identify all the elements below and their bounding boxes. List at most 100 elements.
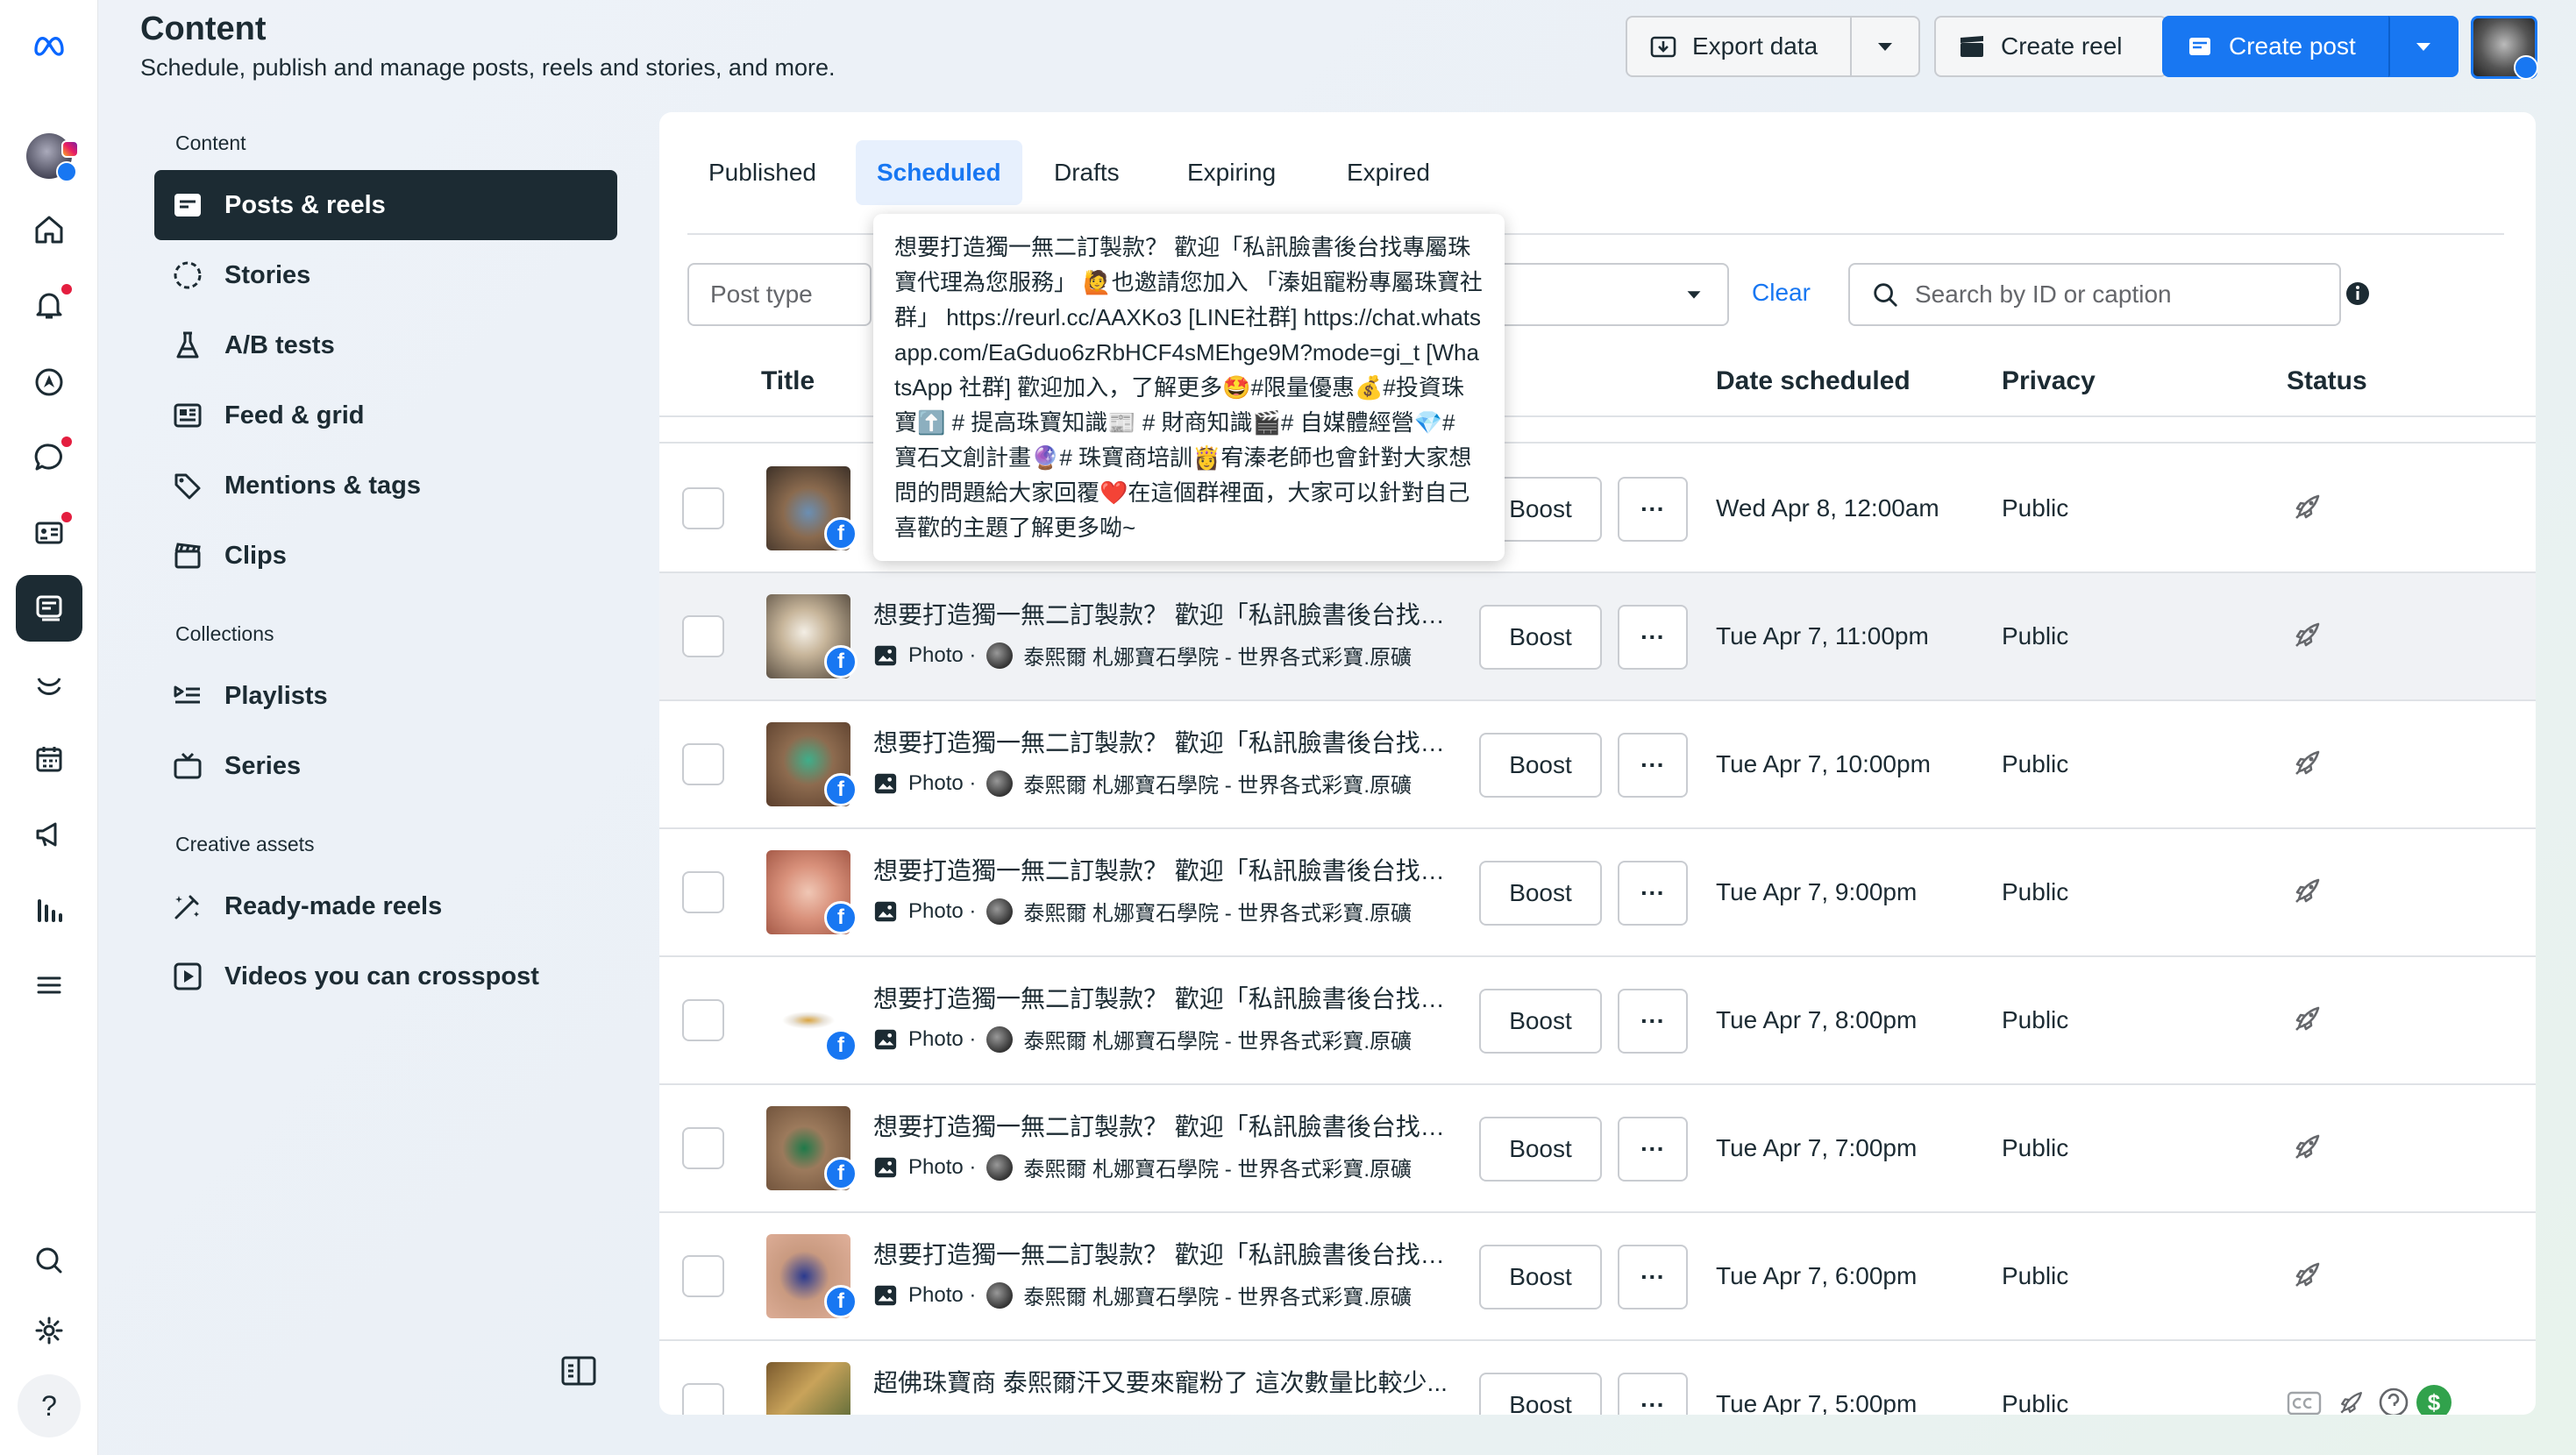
rocket-icon: [2295, 878, 2320, 903]
monetization-icon[interactable]: [16, 650, 82, 717]
more-options-button[interactable]: ···: [1618, 1245, 1688, 1310]
more-options-button[interactable]: ···: [1618, 477, 1688, 542]
tab-drafts[interactable]: Drafts: [1033, 140, 1141, 205]
tab-expiring[interactable]: Expiring: [1166, 140, 1297, 205]
inbox-icon[interactable]: [16, 424, 82, 491]
row-checkbox[interactable]: [682, 999, 724, 1041]
export-data-button[interactable]: Export data: [1626, 16, 1854, 77]
boost-button[interactable]: Boost: [1479, 989, 1602, 1054]
compass-icon[interactable]: [16, 349, 82, 415]
table-row[interactable]: f 想要打造獨一無二訂製款？ 歡迎「私訊臉書後台找專屬珠寶代理為您服務」 Pho…: [659, 573, 2536, 701]
table-row[interactable]: f 想要打造獨一無二訂製款？ 歡迎「私訊臉書後台找專屬珠寶代理為您服務」 Pho…: [659, 701, 2536, 829]
row-checkbox[interactable]: [682, 743, 724, 785]
table-row[interactable]: f 想要打造獨一無二訂製款？ 歡迎「私訊臉書後台找專屬珠寶代理為您服務」 Pho…: [659, 957, 2536, 1085]
sidebar-item-series[interactable]: Series: [154, 731, 617, 801]
row-checkbox[interactable]: [682, 1383, 724, 1415]
boost-button[interactable]: Boost: [1479, 861, 1602, 926]
boost-button[interactable]: Boost: [1479, 605, 1602, 670]
create-post-dropdown-button[interactable]: [2388, 16, 2459, 77]
table-row[interactable]: f 想要打造獨一無二訂製款？ 歡迎「私訊臉書後台找專屬珠寶代理為您服務」 Pho…: [659, 1213, 2536, 1341]
column-header-title[interactable]: Title: [761, 366, 815, 396]
post-thumbnail[interactable]: [766, 1362, 850, 1415]
row-privacy: Public: [2002, 1006, 2069, 1033]
more-options-button[interactable]: ···: [1618, 733, 1688, 798]
column-header-date[interactable]: Date scheduled: [1716, 366, 1911, 396]
row-title[interactable]: 想要打造獨一無二訂製款？ 歡迎「私訊臉書後台找專屬珠寶代理為您服務」: [873, 1108, 1452, 1143]
boost-button[interactable]: Boost: [1479, 733, 1602, 798]
tab-scheduled[interactable]: Scheduled: [856, 140, 1022, 205]
row-checkbox[interactable]: [682, 1255, 724, 1297]
collapse-sidebar-icon[interactable]: [561, 1355, 596, 1387]
row-title[interactable]: 想要打造獨一無二訂製款？ 歡迎「私訊臉書後台找專屬珠寶代理為您服務」: [873, 980, 1452, 1015]
more-options-button[interactable]: ···: [1618, 1117, 1688, 1182]
sidebar-item-mentions-tags[interactable]: Mentions & tags: [154, 451, 617, 521]
export-dropdown-button[interactable]: [1850, 16, 1920, 77]
notifications-icon[interactable]: [16, 272, 82, 338]
sidebar-item-ab-tests[interactable]: A/B tests: [154, 310, 617, 380]
tab-published[interactable]: Published: [687, 140, 837, 205]
boost-button[interactable]: Boost: [1479, 1117, 1602, 1182]
row-checkbox[interactable]: [682, 871, 724, 913]
sidebar-item-ready-made-reels[interactable]: Ready-made reels: [154, 871, 617, 941]
row-title[interactable]: 想要打造獨一無二訂製款？ 歡迎「私訊臉書後台找專屬珠寶代理為您服務」: [873, 724, 1452, 759]
create-reel-button[interactable]: Create reel: [1934, 16, 2167, 77]
page-avatar: [986, 770, 1014, 797]
content-table-card: Published Scheduled Drafts Expiring Expi…: [659, 112, 2536, 1415]
create-post-button[interactable]: Create post: [2162, 16, 2392, 77]
search-input[interactable]: Search by ID or caption: [1848, 263, 2341, 326]
sidebar-section-collections: Collections: [175, 622, 274, 645]
rocket-icon: [2295, 1134, 2320, 1159]
sidebar-item-posts-reels[interactable]: Posts & reels: [154, 170, 617, 240]
profile-avatar[interactable]: [2471, 16, 2538, 80]
more-options-button[interactable]: ···: [1618, 1373, 1688, 1415]
sidebar-item-clips[interactable]: Clips: [154, 521, 617, 591]
sidebar-item-playlists[interactable]: Playlists: [154, 661, 617, 731]
more-options-button[interactable]: ···: [1618, 605, 1688, 670]
page-avatar: [986, 1153, 1014, 1181]
row-post-type: Photo ·: [908, 770, 977, 795]
row-title[interactable]: 超佛珠寶商 泰熙爾汗又要來寵粉了 這次數量比較少...: [873, 1364, 1452, 1399]
photo-icon: [874, 645, 897, 665]
gear-icon[interactable]: [16, 1297, 82, 1364]
megaphone-icon[interactable]: [16, 801, 82, 868]
info-icon[interactable]: [2343, 279, 2373, 309]
home-icon[interactable]: [16, 196, 82, 263]
column-header-privacy[interactable]: Privacy: [2002, 366, 2096, 396]
more-options-button[interactable]: ···: [1618, 989, 1688, 1054]
help-icon[interactable]: ?: [16, 1373, 82, 1439]
menu-icon[interactable]: [16, 952, 82, 1018]
row-checkbox[interactable]: [682, 487, 724, 529]
search-icon[interactable]: [16, 1227, 82, 1294]
table-row[interactable]: f 想要打造獨一無二訂製款？ 歡迎「私訊臉書後台找專屬珠寶代理為您服務」 Pho…: [659, 829, 2536, 957]
row-checkbox[interactable]: [682, 615, 724, 657]
meta-logo-icon[interactable]: [16, 12, 82, 79]
table-row[interactable]: 超佛珠寶商 泰熙爾汗又要來寵粉了 這次數量比較少... Boost ··· Tu…: [659, 1341, 2536, 1415]
contacts-icon[interactable]: [16, 500, 82, 566]
boost-button[interactable]: Boost: [1479, 1245, 1602, 1310]
calendar-icon[interactable]: [16, 726, 82, 792]
insights-icon[interactable]: [16, 877, 82, 943]
content-icon[interactable]: [16, 575, 82, 642]
sidebar-item-feed-grid[interactable]: Feed & grid: [154, 380, 617, 451]
sidebar-item-stories[interactable]: Stories: [154, 240, 617, 310]
sidebar-item-videos-crosspost[interactable]: Videos you can crosspost: [154, 941, 617, 1011]
table-row[interactable]: f 想要打造獨一無二訂製款？ 歡迎「私訊臉書後台找專屬珠寶代理為您服務」 Pho…: [659, 1085, 2536, 1213]
row-title[interactable]: 想要打造獨一無二訂製款？ 歡迎「私訊臉書後台找專屬珠寶代理為您服務」: [873, 1236, 1452, 1271]
post-type-filter[interactable]: Post type: [687, 263, 872, 326]
account-avatar[interactable]: [16, 123, 82, 189]
row-checkbox[interactable]: [682, 1127, 724, 1169]
sidebar-item-label: Playlists: [224, 681, 328, 710]
sidebar-item-label: Posts & reels: [224, 190, 386, 219]
facebook-icon: f: [824, 773, 857, 806]
clear-filters-link[interactable]: Clear: [1752, 279, 1811, 307]
more-options-button[interactable]: ···: [1618, 861, 1688, 926]
rocket-icon: [2295, 750, 2320, 775]
row-title[interactable]: 想要打造獨一無二訂製款？ 歡迎「私訊臉書後台找專屬珠寶代理為您服務」: [873, 852, 1452, 887]
row-date: Tue Apr 7, 8:00pm: [1716, 1006, 1918, 1033]
flask-icon: [176, 331, 199, 358]
tab-expired[interactable]: Expired: [1326, 140, 1451, 205]
boost-button[interactable]: Boost: [1479, 1373, 1602, 1415]
column-header-status[interactable]: Status: [2287, 366, 2367, 396]
facebook-icon: f: [824, 1157, 857, 1190]
row-title[interactable]: 想要打造獨一無二訂製款？ 歡迎「私訊臉書後台找專屬珠寶代理為您服務」: [873, 596, 1452, 631]
